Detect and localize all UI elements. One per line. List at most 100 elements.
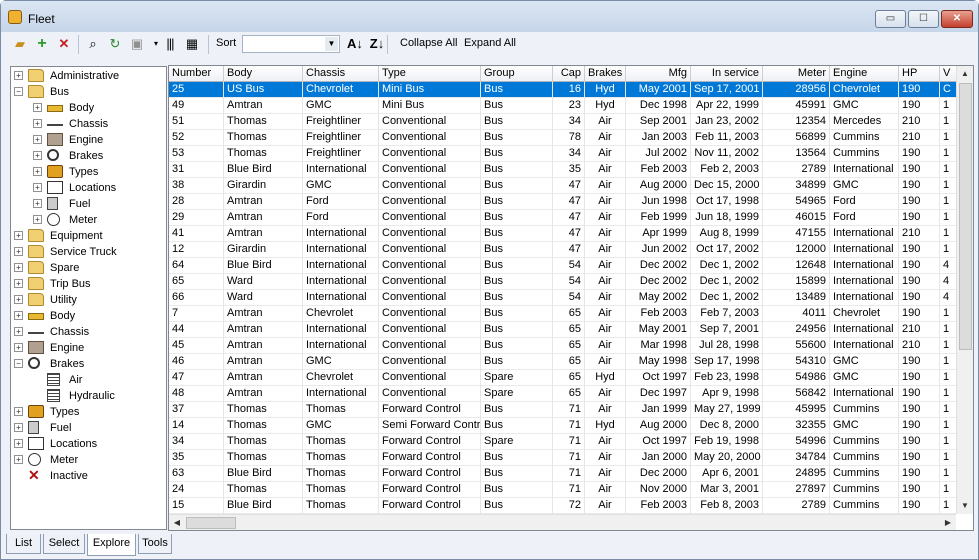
expand-icon[interactable]: + bbox=[14, 295, 23, 304]
expand-icon[interactable]: + bbox=[33, 103, 42, 112]
expand-icon[interactable]: + bbox=[14, 439, 23, 448]
column-header-body[interactable]: Body bbox=[224, 66, 303, 82]
tree-node-trip-bus[interactable]: + Trip Bus bbox=[11, 276, 166, 292]
tree-node-chassis[interactable]: + Chassis bbox=[11, 324, 166, 340]
table-row[interactable]: 29 Amtran Ford Conventional Bus 47 Air Feb 1999… bbox=[169, 210, 966, 226]
vehicle-grid[interactable]: Number Body Chassis Type Group Cap Brakes Mfg In… bbox=[168, 65, 974, 531]
box-icon[interactable]: ▣ bbox=[128, 35, 146, 53]
expand-icon[interactable]: + bbox=[33, 119, 42, 128]
tree-node-bus[interactable]: − Bus bbox=[11, 84, 166, 100]
table-row[interactable]: 44 Amtran International Conventional Bus 65 Ai… bbox=[169, 322, 966, 338]
table-row[interactable]: 41 Amtran International Conventional Bus 47 Ai… bbox=[169, 226, 966, 242]
tree-node-administrative[interactable]: + Administrative bbox=[11, 68, 166, 84]
table-row[interactable]: 65 Ward International Conventional Bus 54 Air D… bbox=[169, 274, 966, 290]
expand-icon[interactable]: + bbox=[33, 135, 42, 144]
table-row[interactable]: 12 Girardin International Conventional Bus 47… bbox=[169, 242, 966, 258]
expand-icon[interactable]: + bbox=[14, 279, 23, 288]
scroll-down-icon[interactable]: ▼ bbox=[957, 498, 973, 514]
barcode-icon[interactable]: ▦ bbox=[183, 35, 201, 53]
expand-icon[interactable]: + bbox=[14, 455, 23, 464]
open-folder-icon[interactable]: ▰ bbox=[11, 35, 29, 53]
table-row[interactable]: 63 Blue Bird Thomas Forward Control Bus 71 Air… bbox=[169, 466, 966, 482]
tab-tools[interactable]: Tools bbox=[138, 534, 172, 554]
table-row[interactable]: 14 Thomas GMC Semi Forward Control Bus 71 Hyd A… bbox=[169, 418, 966, 434]
refresh-icon[interactable]: ↻ bbox=[106, 35, 124, 53]
expand-all-button[interactable]: Expand All bbox=[464, 37, 516, 49]
column-header-number[interactable]: Number bbox=[169, 66, 224, 82]
table-row[interactable]: 31 Blue Bird International Conventional Bus 3… bbox=[169, 162, 966, 178]
table-row[interactable]: 37 Thomas Thomas Forward Control Bus 71 Air Jan… bbox=[169, 402, 966, 418]
table-row[interactable]: 45 Amtran International Conventional Bus 65 Ai… bbox=[169, 338, 966, 354]
expand-icon[interactable]: + bbox=[14, 231, 23, 240]
table-row[interactable]: 53 Thomas Freightliner Conventional Bus 34 Air… bbox=[169, 146, 966, 162]
expand-icon[interactable]: + bbox=[14, 423, 23, 432]
tree-node-meter[interactable]: + Meter bbox=[11, 212, 166, 228]
column-header-brakes[interactable]: Brakes bbox=[585, 66, 626, 82]
expand-icon[interactable]: + bbox=[33, 199, 42, 208]
table-row[interactable]: 66 Ward International Conventional Bus 54 Air M… bbox=[169, 290, 966, 306]
column-header-in-service[interactable]: In service bbox=[691, 66, 763, 82]
tree-node-fuel[interactable]: + Fuel bbox=[11, 420, 166, 436]
column-header-type[interactable]: Type bbox=[379, 66, 481, 82]
tree-node-engine[interactable]: + Engine bbox=[11, 132, 166, 148]
table-row[interactable]: 34 Thomas Thomas Forward Control Spare 71 Air O… bbox=[169, 434, 966, 450]
binoculars-icon[interactable]: ⌕ bbox=[84, 35, 102, 53]
expand-icon[interactable]: + bbox=[33, 183, 42, 192]
table-row[interactable]: 25 US Bus Chevrolet Mini Bus Bus 16 Hyd May 200… bbox=[169, 82, 966, 98]
column-header-cap[interactable]: Cap bbox=[553, 66, 585, 82]
table-row[interactable]: 49 Amtran GMC Mini Bus Bus 23 Hyd Dec 1998 Apr 2… bbox=[169, 98, 966, 114]
table-row[interactable]: 46 Amtran GMC Conventional Bus 65 Air May 1998 S… bbox=[169, 354, 966, 370]
table-row[interactable]: 38 Girardin GMC Conventional Bus 47 Air Aug 200… bbox=[169, 178, 966, 194]
tree-node-brakes[interactable]: + Brakes bbox=[11, 148, 166, 164]
maximize-button[interactable]: ☐ bbox=[908, 10, 939, 28]
scroll-right-icon[interactable]: ▶ bbox=[940, 515, 956, 530]
tree-node-inactive[interactable]: ✕ Inactive bbox=[11, 468, 166, 484]
tree-node-service-truck[interactable]: + Service Truck bbox=[11, 244, 166, 260]
collapse-icon[interactable]: − bbox=[14, 359, 23, 368]
column-header-hp[interactable]: HP bbox=[899, 66, 940, 82]
tree-node-body[interactable]: + Body bbox=[11, 100, 166, 116]
table-row[interactable]: 15 Blue Bird Thomas Forward Control Bus 72 Air… bbox=[169, 498, 966, 514]
expand-icon[interactable]: + bbox=[14, 263, 23, 272]
collapse-icon[interactable]: − bbox=[14, 87, 23, 96]
tree-node-hydraulic[interactable]: Hydraulic bbox=[11, 388, 166, 404]
category-tree[interactable]: + Administrative − Bus + Body + Chassis + Engine +… bbox=[10, 66, 167, 530]
tab-explore[interactable]: Explore bbox=[87, 534, 136, 556]
sort-combobox[interactable]: ▼ bbox=[242, 35, 340, 53]
tree-node-air[interactable]: Air bbox=[11, 372, 166, 388]
expand-icon[interactable]: + bbox=[14, 343, 23, 352]
sort-ascending-icon[interactable]: A↓ bbox=[346, 35, 364, 53]
table-row[interactable]: 35 Thomas Thomas Forward Control Bus 71 Air Jan… bbox=[169, 450, 966, 466]
column-header-chassis[interactable]: Chassis bbox=[303, 66, 379, 82]
column-header-mfg[interactable]: Mfg bbox=[626, 66, 691, 82]
close-button[interactable]: ✕ bbox=[941, 10, 973, 28]
expand-icon[interactable]: + bbox=[14, 247, 23, 256]
scroll-up-icon[interactable]: ▲ bbox=[957, 66, 973, 82]
scroll-thumb[interactable] bbox=[959, 83, 972, 350]
horizontal-scrollbar[interactable]: ◀ ▶ bbox=[169, 514, 956, 530]
table-row[interactable]: 52 Thomas Freightliner Conventional Bus 78 Air… bbox=[169, 130, 966, 146]
expand-icon[interactable]: + bbox=[14, 327, 23, 336]
minimize-button[interactable]: ▭ bbox=[875, 10, 906, 28]
scroll-left-icon[interactable]: ◀ bbox=[169, 515, 185, 530]
expand-icon[interactable]: + bbox=[33, 215, 42, 224]
tree-node-body[interactable]: + Body bbox=[11, 308, 166, 324]
tree-node-locations[interactable]: + Locations bbox=[11, 436, 166, 452]
tab-list[interactable]: List bbox=[6, 534, 41, 554]
title-bar[interactable]: Fleet ▭ ☐ ✕ bbox=[1, 1, 978, 32]
table-row[interactable]: 47 Amtran Chevrolet Conventional Spare 65 Hyd O… bbox=[169, 370, 966, 386]
delete-icon[interactable]: ✕ bbox=[55, 35, 73, 53]
table-row[interactable]: 7 Amtran Chevrolet Conventional Bus 65 Air Feb … bbox=[169, 306, 966, 322]
tree-node-brakes[interactable]: − Brakes bbox=[11, 356, 166, 372]
add-icon[interactable]: + bbox=[33, 35, 51, 53]
column-header-meter[interactable]: Meter bbox=[763, 66, 830, 82]
column-header-group[interactable]: Group bbox=[481, 66, 553, 82]
expand-icon[interactable]: + bbox=[14, 311, 23, 320]
tree-node-fuel[interactable]: + Fuel bbox=[11, 196, 166, 212]
scroll-thumb[interactable] bbox=[186, 517, 236, 529]
tree-node-spare[interactable]: + Spare bbox=[11, 260, 166, 276]
table-row[interactable]: 51 Thomas Freightliner Conventional Bus 34 Air… bbox=[169, 114, 966, 130]
table-row[interactable]: 64 Blue Bird International Conventional Bus 5… bbox=[169, 258, 966, 274]
tree-node-equipment[interactable]: + Equipment bbox=[11, 228, 166, 244]
columns-icon[interactable]: ||| bbox=[161, 35, 179, 53]
